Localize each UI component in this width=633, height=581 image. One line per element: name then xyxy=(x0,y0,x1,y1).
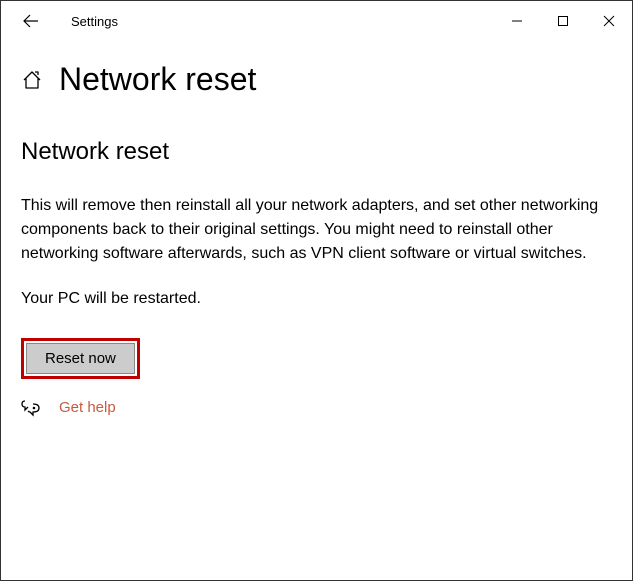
minimize-icon xyxy=(511,15,523,27)
reset-now-button[interactable]: Reset now xyxy=(26,343,135,374)
home-icon[interactable] xyxy=(21,69,43,91)
minimize-button[interactable] xyxy=(494,1,540,41)
restart-note: Your PC will be restarted. xyxy=(21,290,612,308)
back-button[interactable] xyxy=(11,1,51,41)
help-row: Get help xyxy=(21,397,612,417)
maximize-icon xyxy=(557,15,569,27)
content-area: Network reset This will remove then rein… xyxy=(1,108,632,417)
app-title: Settings xyxy=(71,14,118,29)
page-header: Network reset xyxy=(1,41,632,108)
section-heading: Network reset xyxy=(21,138,612,166)
window-controls xyxy=(494,1,632,41)
reset-button-highlight: Reset now xyxy=(21,338,140,379)
maximize-button[interactable] xyxy=(540,1,586,41)
description-text: This will remove then reinstall all your… xyxy=(21,194,612,266)
titlebar: Settings xyxy=(1,1,632,41)
get-help-link[interactable]: Get help xyxy=(59,399,116,416)
help-icon xyxy=(21,397,41,417)
close-button[interactable] xyxy=(586,1,632,41)
page-title: Network reset xyxy=(59,61,256,98)
close-icon xyxy=(603,15,615,27)
back-arrow-icon xyxy=(22,12,40,30)
